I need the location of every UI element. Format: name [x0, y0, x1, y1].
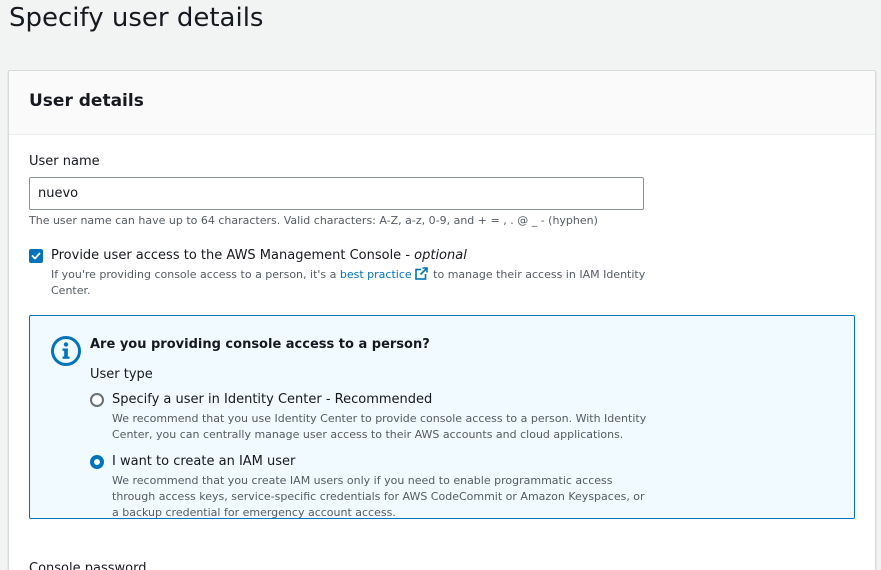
user-name-hint: The user name can have up to 64 characte…: [29, 214, 598, 227]
user-type-label: User type: [90, 367, 153, 382]
optional-tag: optional: [414, 248, 467, 263]
console-password-label: Console password: [29, 561, 147, 570]
iam-user-radio[interactable]: [90, 455, 104, 469]
console-access-checkbox[interactable]: [29, 249, 43, 263]
external-link-icon[interactable]: [414, 267, 428, 280]
user-name-input[interactable]: [29, 177, 644, 210]
panel-title: User details: [29, 91, 144, 111]
iam-user-option-label[interactable]: I want to create an IAM user: [112, 454, 295, 469]
best-practice-link[interactable]: best practice: [340, 268, 412, 281]
info-title: Are you providing console access to a pe…: [90, 337, 430, 352]
identity-center-option-label[interactable]: Specify a user in Identity Center - Reco…: [112, 392, 432, 407]
user-name-label: User name: [29, 154, 100, 169]
identity-center-option-description: We recommend that you use Identity Cente…: [112, 412, 647, 441]
console-access-label[interactable]: Provide user access to the AWS Managemen…: [51, 248, 467, 263]
user-details-panel: User details User name The user name can…: [8, 70, 876, 570]
info-icon: [51, 336, 81, 366]
panel-header: User details: [9, 71, 875, 135]
page-title: Specify user details: [9, 3, 264, 33]
desc-text-before: If you're providing console access to a …: [51, 268, 340, 281]
console-access-label-text: Provide user access to the AWS Managemen…: [51, 248, 415, 263]
iam-user-option-description: We recommend that you create IAM users o…: [112, 474, 645, 519]
check-icon: [31, 252, 41, 260]
console-access-info-alert: Are you providing console access to a pe…: [29, 315, 855, 519]
identity-center-radio[interactable]: [90, 393, 104, 407]
console-access-description: If you're providing console access to a …: [51, 267, 651, 299]
